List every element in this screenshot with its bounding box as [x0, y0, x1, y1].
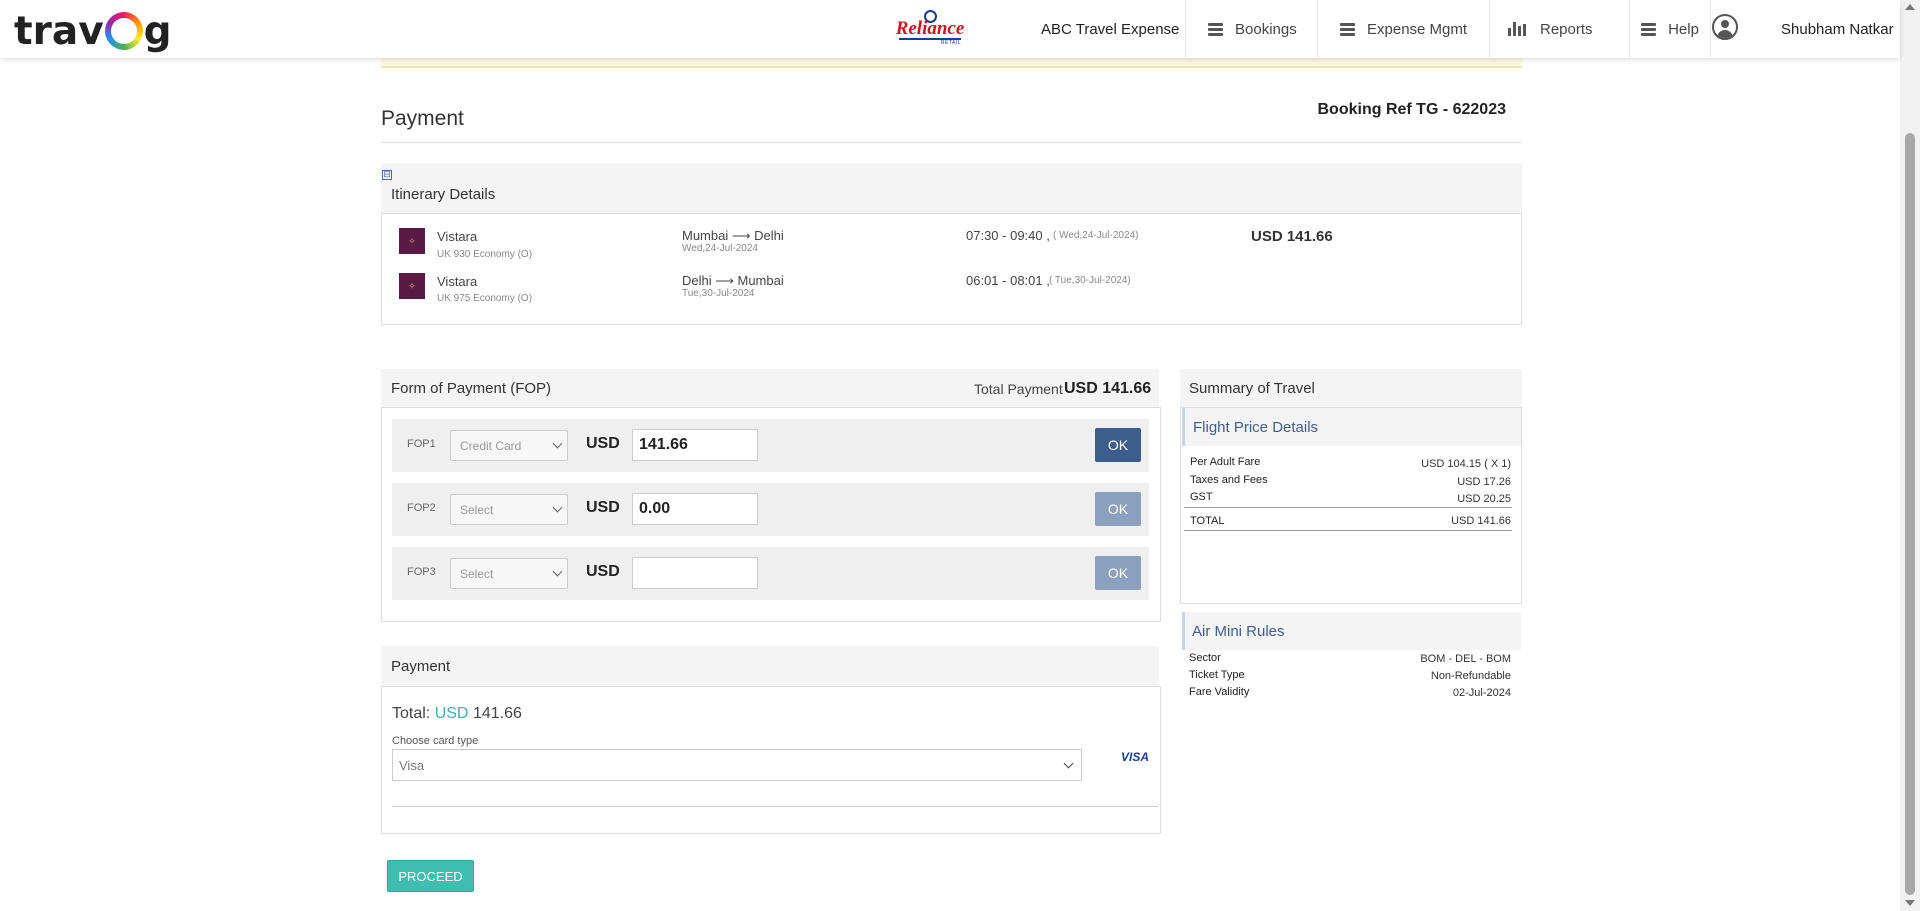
fop-ok-button[interactable]: OK: [1095, 428, 1141, 462]
fop-row: FOP1 Credit Card USD OK: [392, 419, 1149, 472]
rule-value: Non-Refundable: [1430, 670, 1511, 682]
user-name[interactable]: Shubham Natkar: [1781, 21, 1894, 38]
fop-label: FOP1: [407, 438, 436, 450]
fop-title: Form of Payment (FOP): [391, 380, 552, 397]
segment-route: Delhi ⟶ Mumbai: [682, 273, 784, 288]
bar-chart-icon: [1508, 22, 1528, 36]
price-label: Per Adult Fare: [1190, 456, 1261, 468]
notice-strip: [381, 58, 1522, 68]
segment-airline: Vistara: [437, 274, 478, 289]
nav-reports[interactable]: Reports: [1489, 0, 1629, 58]
fop-row: FOP3 Select USD OK: [392, 547, 1149, 600]
rule-value: 02-Jul-2024: [1452, 687, 1511, 699]
segment-time-date: ( Tue,30-Jul-2024): [1049, 275, 1131, 286]
menu-icon: [1641, 21, 1657, 38]
price-value: USD 104.15 ( X 1): [1421, 458, 1511, 470]
divider: [381, 142, 1522, 143]
menu-icon: [1208, 21, 1223, 38]
price-value: USD 20.25: [1457, 493, 1511, 505]
fop-type-select[interactable]: Credit Card: [450, 430, 568, 461]
fop-label: FOP3: [407, 566, 436, 578]
price-label: Taxes and Fees: [1190, 474, 1268, 486]
fop-total-value: USD 141.66: [1064, 380, 1152, 397]
divider: [1184, 507, 1512, 508]
segment-flight: UK 930 Economy (O): [437, 249, 533, 260]
top-navbar: trav g Reliance RETAIL ABC Travel Expense…: [0, 0, 1900, 58]
price-total-value: USD 141.66: [1451, 515, 1511, 527]
scrollbar-thumb[interactable]: [1905, 133, 1915, 895]
fop-ok-button[interactable]: OK: [1095, 492, 1141, 526]
menu-icon: [1340, 21, 1355, 38]
segment-flight: UK 975 Economy (O): [437, 293, 533, 304]
fop-type-select[interactable]: Select: [450, 558, 568, 589]
travog-logo[interactable]: trav g: [14, 6, 172, 55]
partner-logo: Reliance RETAIL: [895, 10, 965, 46]
card-type-label: Choose card type: [392, 735, 479, 747]
rule-label: Sector: [1189, 652, 1221, 664]
rule-label: Ticket Type: [1189, 669, 1245, 681]
segment-price: USD 141.66: [1251, 228, 1333, 245]
nav-bookings[interactable]: Bookings: [1185, 0, 1317, 58]
price-total-label: TOTAL: [1190, 515, 1225, 527]
chevron-down-icon: [552, 438, 563, 449]
fop-label: FOP2: [407, 502, 436, 514]
itinerary-header: [381, 163, 1522, 213]
rule-label: Fare Validity: [1189, 686, 1250, 698]
chevron-down-icon: [552, 502, 563, 513]
divider: [1184, 530, 1512, 531]
user-avatar-icon[interactable]: [1712, 14, 1738, 40]
mini-rules-title: Air Mini Rules: [1192, 623, 1285, 640]
summary-title: Summary of Travel: [1189, 380, 1315, 397]
price-details-title: Flight Price Details: [1193, 419, 1319, 436]
fop-type-select[interactable]: Select: [450, 494, 568, 525]
card-type-select[interactable]: Visa: [392, 749, 1082, 781]
fop-currency: USD: [586, 563, 620, 580]
logo-ring-icon: [104, 12, 143, 50]
vistara-logo-icon: ✧: [399, 228, 425, 254]
segment-time-date: ( Wed,24-Jul-2024): [1053, 230, 1139, 241]
nav-help[interactable]: Help: [1629, 0, 1710, 58]
fop-row: FOP2 Select USD OK: [392, 483, 1149, 536]
itinerary-title: Itinerary Details: [391, 186, 496, 203]
price-value: USD 17.26: [1457, 476, 1511, 488]
fop-amount-input[interactable]: [632, 429, 758, 461]
visa-logo-icon: VISA: [1121, 750, 1150, 764]
fop-amount-input[interactable]: [632, 493, 758, 525]
payment-title: Payment: [391, 658, 451, 675]
vistara-logo-icon: ✧: [399, 273, 425, 299]
segment-date: Wed,24-Jul-2024: [682, 243, 758, 254]
collapse-icon[interactable]: ⊟: [382, 170, 392, 180]
segment-time: 06:01 - 08:01 ,: [966, 273, 1050, 288]
itinerary-details: [381, 213, 1522, 325]
page-title: Payment: [381, 107, 464, 130]
nav-expense-mgmt[interactable]: Expense Mgmt: [1317, 0, 1489, 58]
proceed-button[interactable]: PROCEED: [387, 860, 474, 892]
segment-airline: Vistara: [437, 229, 478, 244]
scroll-down-arrow-icon[interactable]: [1905, 900, 1915, 906]
price-label: GST: [1190, 491, 1213, 503]
segment-route: Mumbai ⟶ Delhi: [682, 228, 784, 243]
fop-currency: USD: [586, 499, 620, 516]
divider: [392, 806, 1158, 807]
payment-header: [381, 646, 1159, 686]
segment-date: Tue,30-Jul-2024: [682, 288, 755, 299]
fop-currency: USD: [586, 435, 620, 452]
payment-total: Total: USD 141.66: [392, 705, 522, 722]
fop-total-label: Total Payment: [974, 381, 1063, 397]
segment-time: 07:30 - 09:40 ,: [966, 228, 1050, 243]
scroll-up-arrow-icon[interactable]: [1905, 4, 1915, 10]
booking-ref: Booking Ref TG - 622023: [1317, 101, 1507, 118]
company-name: ABC Travel Expense: [1041, 21, 1180, 38]
fop-ok-button[interactable]: OK: [1095, 556, 1141, 590]
chevron-down-icon: [1063, 758, 1074, 769]
fop-amount-input[interactable]: [632, 557, 758, 589]
rule-value: BOM - DEL - BOM: [1420, 653, 1511, 665]
chevron-down-icon: [552, 566, 563, 577]
